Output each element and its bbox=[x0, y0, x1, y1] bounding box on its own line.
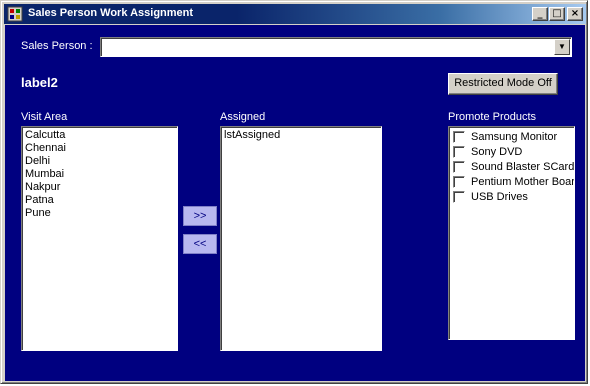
visit-area-label: Visit Area bbox=[21, 111, 68, 123]
title-bar[interactable]: Sales Person Work Assignment _ □ × bbox=[4, 4, 586, 24]
checkbox[interactable] bbox=[453, 145, 465, 158]
list-item[interactable]: Patna bbox=[24, 194, 175, 207]
product-label: USB Drives bbox=[471, 190, 528, 203]
app-icon[interactable] bbox=[7, 6, 23, 22]
window-title: Sales Person Work Assignment bbox=[28, 7, 194, 19]
product-checkbox-row[interactable]: USB Drives bbox=[451, 189, 572, 204]
product-checkbox-row[interactable]: Sound Blaster SCard bbox=[451, 159, 575, 174]
visit-area-listbox[interactable]: Calcutta Chennai Delhi Mumbai Nakpur Pat… bbox=[21, 126, 178, 351]
list-item[interactable]: Pune bbox=[24, 207, 175, 220]
product-label: Pentium Mother Board bbox=[471, 175, 575, 188]
list-item[interactable]: Mumbai bbox=[24, 168, 175, 181]
checkbox[interactable] bbox=[453, 160, 465, 173]
assigned-label: Assigned bbox=[220, 111, 266, 123]
chevron-down-icon[interactable]: ▼ bbox=[554, 39, 570, 55]
close-button[interactable]: × bbox=[567, 7, 583, 21]
promote-products-checklist[interactable]: Samsung Monitor Sony DVD Sound Blaster S… bbox=[448, 126, 575, 340]
remove-from-assigned-button[interactable]: << bbox=[183, 234, 217, 254]
minimize-button[interactable]: _ bbox=[532, 7, 548, 21]
checkbox[interactable] bbox=[453, 175, 465, 188]
promote-products-label: Promote Products bbox=[448, 111, 537, 123]
form-client-area: Sales Person : ▼ label2 Restricted Mode … bbox=[5, 25, 585, 381]
maximize-button[interactable]: □ bbox=[549, 7, 565, 21]
product-checkbox-row[interactable]: Samsung Monitor bbox=[451, 129, 572, 144]
list-item[interactable]: Calcutta bbox=[24, 129, 175, 142]
checkbox[interactable] bbox=[453, 190, 465, 203]
status-label: label2 bbox=[21, 75, 58, 90]
sales-person-combobox[interactable]: ▼ bbox=[100, 37, 572, 57]
assigned-listbox[interactable]: lstAssigned bbox=[220, 126, 382, 351]
restricted-mode-button[interactable]: Restricted Mode Off bbox=[448, 73, 558, 95]
product-checkbox-row[interactable]: Pentium Mother Board bbox=[451, 174, 575, 189]
add-to-assigned-button[interactable]: >> bbox=[183, 206, 217, 226]
list-item[interactable]: Nakpur bbox=[24, 181, 175, 194]
main-window: Sales Person Work Assignment _ □ × Sales… bbox=[0, 0, 588, 384]
product-label: Samsung Monitor bbox=[471, 130, 558, 143]
product-label: Sound Blaster SCard bbox=[471, 160, 575, 173]
product-label: Sony DVD bbox=[471, 145, 523, 158]
list-item[interactable]: Chennai bbox=[24, 142, 175, 155]
list-item[interactable]: Delhi bbox=[24, 155, 175, 168]
sales-person-label: Sales Person : bbox=[21, 40, 93, 52]
product-checkbox-row[interactable]: Sony DVD bbox=[451, 144, 572, 159]
list-item[interactable]: lstAssigned bbox=[223, 129, 379, 142]
checkbox[interactable] bbox=[453, 130, 465, 143]
